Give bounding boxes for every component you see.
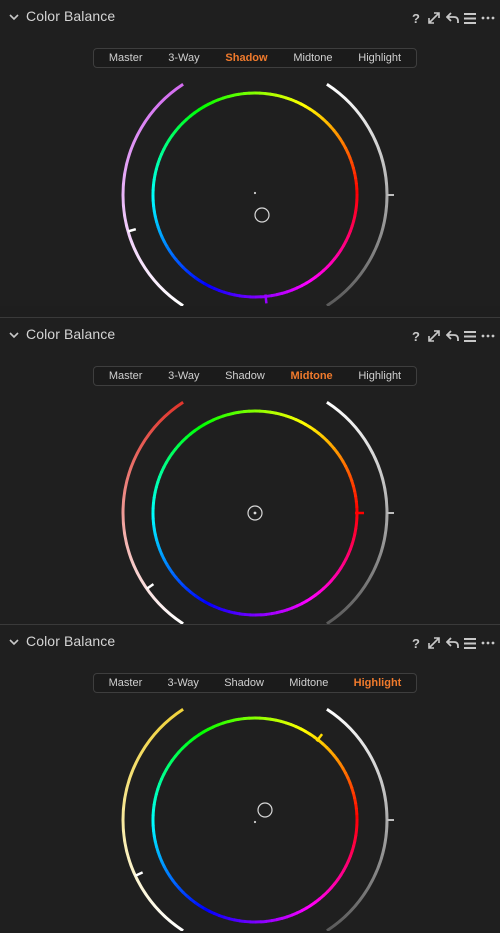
center-dot	[253, 191, 257, 195]
popout-icon[interactable]	[426, 10, 442, 26]
hue-ring	[151, 716, 359, 924]
hue-marker	[264, 294, 268, 304]
popout-icon[interactable]	[426, 635, 442, 651]
reset-icon[interactable]	[444, 10, 460, 26]
tab-master[interactable]: Master	[103, 677, 149, 689]
menu-icon[interactable]	[462, 328, 478, 344]
help-icon[interactable]: ?	[408, 328, 424, 344]
tab-master[interactable]: Master	[103, 370, 149, 382]
help-icon[interactable]: ?	[408, 10, 424, 26]
mode-tabs: Master 3-Way Shadow Midtone Highlight	[93, 366, 417, 386]
help-icon[interactable]: ?	[408, 635, 424, 651]
tab-highlight[interactable]: Highlight	[352, 52, 407, 64]
panel-header: Color Balance ?	[0, 318, 500, 352]
header-toolbar: ?	[406, 327, 496, 345]
header-toolbar: ?	[406, 9, 496, 27]
reset-icon[interactable]	[444, 328, 460, 344]
color-puck	[257, 802, 273, 818]
tab-midtone[interactable]: Midtone	[285, 370, 339, 382]
tab-shadow[interactable]: Shadow	[218, 677, 270, 689]
saturation-handle	[134, 871, 144, 877]
color-balance-panel: Color Balance ? Master 3-Way Shadow Midt…	[0, 0, 500, 306]
chevron-down-icon[interactable]	[8, 330, 20, 340]
color-balance-panel: Color Balance ? Master 3-Way Shadow Midt…	[0, 318, 500, 624]
tab-highlight[interactable]: Highlight	[352, 370, 407, 382]
chevron-down-icon[interactable]	[8, 637, 20, 647]
tab-midtone[interactable]: Midtone	[283, 677, 334, 689]
color-balance-panel: Color Balance ? Master 3-Way Shadow Midt…	[0, 625, 500, 931]
saturation-handle	[127, 227, 137, 233]
tab-midtone[interactable]: Midtone	[287, 52, 338, 64]
header-toolbar: ?	[406, 634, 496, 652]
tab-3-way[interactable]: 3-Way	[162, 52, 205, 64]
reset-icon[interactable]	[444, 635, 460, 651]
more-icon[interactable]	[480, 328, 496, 344]
center-dot	[253, 511, 257, 515]
chevron-down-icon[interactable]	[8, 12, 20, 22]
color-wheel-area	[121, 708, 394, 931]
panel-title: Color Balance	[26, 633, 116, 649]
tab-3-way[interactable]: 3-Way	[162, 677, 205, 689]
more-icon[interactable]	[480, 10, 496, 26]
hue-ring	[151, 91, 359, 299]
tab-3-way[interactable]: 3-Way	[162, 370, 205, 382]
color-puck	[254, 207, 270, 223]
more-icon[interactable]	[480, 635, 496, 651]
center-dot	[253, 820, 257, 824]
panel-header: Color Balance ?	[0, 0, 500, 34]
panel-title: Color Balance	[26, 326, 116, 342]
color-wheel-area	[121, 401, 394, 624]
mode-tabs: Master 3-Way Shadow Midtone Highlight	[93, 48, 417, 68]
tab-shadow[interactable]: Shadow	[219, 370, 271, 382]
saturation-handle	[146, 583, 155, 590]
panel-title: Color Balance	[26, 8, 116, 24]
tab-master[interactable]: Master	[103, 52, 149, 64]
mode-tabs: Master 3-Way Shadow Midtone Highlight	[93, 673, 417, 693]
menu-icon[interactable]	[462, 10, 478, 26]
color-wheel-area	[121, 83, 394, 306]
menu-icon[interactable]	[462, 635, 478, 651]
panel-header: Color Balance ?	[0, 625, 500, 659]
popout-icon[interactable]	[426, 328, 442, 344]
tab-highlight[interactable]: Highlight	[348, 677, 408, 689]
tab-shadow[interactable]: Shadow	[219, 52, 273, 64]
